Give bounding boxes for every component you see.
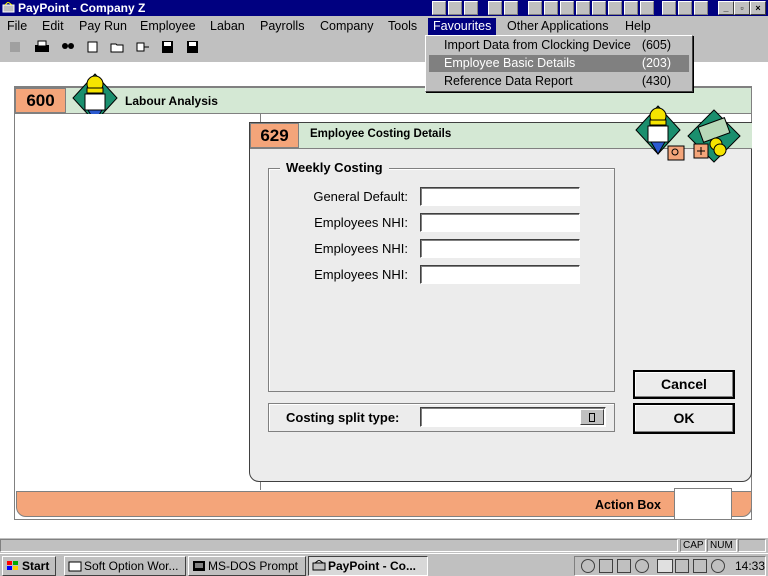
status-bar: CAP NUM [0, 538, 768, 553]
titlebar-tool-icon-16[interactable] [694, 1, 708, 15]
weekly-costing-legend: Weekly Costing [280, 160, 389, 175]
titlebar-tool-icon-2[interactable] [448, 1, 462, 15]
print-icon[interactable] [33, 40, 51, 54]
window-title: PayPoint - Company Z [18, 1, 146, 15]
employees-nhi-label-1: Employees NHI: [314, 215, 408, 230]
tray-icon-4[interactable] [635, 559, 649, 573]
action-bar: Action Box [16, 491, 752, 517]
clock[interactable]: 14:33 [735, 559, 765, 573]
tray-icon-6[interactable] [675, 559, 689, 573]
menu-company[interactable]: Company [315, 18, 379, 35]
action-box-label: Action Box [595, 498, 661, 512]
dropdown-glyph-icon [589, 413, 595, 422]
employees-nhi-field-2[interactable] [420, 239, 580, 258]
titlebar-tool-icon-11[interactable] [608, 1, 622, 15]
labour-analysis-list[interactable] [15, 114, 261, 490]
status-message-pane [0, 539, 678, 552]
msdos-icon [193, 561, 205, 571]
costing-split-dropdown-button[interactable] [580, 409, 604, 425]
favourites-item-employee-basic-details[interactable]: Employee Basic Details (203) [429, 55, 689, 72]
titlebar-tool-icon-7[interactable] [544, 1, 558, 15]
worker-search-icon [635, 105, 685, 161]
window-title-629: Employee Costing Details [310, 128, 452, 140]
favourites-dropdown: Import Data from Clocking Device (605) E… [425, 35, 693, 92]
menu-laban[interactable]: Laban [205, 18, 250, 35]
app-icon [68, 561, 82, 572]
menu-file[interactable]: File [2, 18, 32, 35]
title-bar: PayPoint - Company Z _ ▫ × [0, 0, 768, 16]
window-number-629: 629 [250, 123, 299, 148]
menu-tools[interactable]: Tools [383, 18, 422, 35]
tray-icon-2[interactable] [599, 559, 613, 573]
window-title-600: Labour Analysis [125, 94, 218, 108]
taskbar-item-paypoint[interactable]: PayPoint - Co... [308, 556, 428, 576]
find-icon[interactable] [60, 40, 75, 54]
window-number-600: 600 [15, 88, 66, 113]
num-indicator: NUM [707, 539, 737, 552]
employees-nhi-field-1[interactable] [420, 213, 580, 232]
titlebar-tool-icon-5[interactable] [504, 1, 518, 15]
open-folder-icon[interactable] [110, 40, 125, 54]
menu-pay-run[interactable]: Pay Run [74, 18, 132, 35]
titlebar-tool-icon-3[interactable] [464, 1, 478, 15]
menu-edit[interactable]: Edit [37, 18, 69, 35]
titlebar-tool-icon-15[interactable] [678, 1, 692, 15]
menu-help[interactable]: Help [620, 18, 656, 35]
menu-other-applications[interactable]: Other Applications [502, 18, 613, 35]
taskbar-item-soft-option[interactable]: Soft Option Wor... [64, 556, 186, 576]
restore-button[interactable]: ▫ [734, 1, 750, 15]
menu-bar: File Edit Pay Run Employee Laban Payroll… [0, 16, 768, 36]
save-icon[interactable] [160, 40, 175, 54]
tray-icon-7[interactable] [693, 559, 707, 573]
employees-nhi-label-2: Employees NHI: [314, 241, 408, 256]
tray-icon-8[interactable] [711, 559, 725, 573]
tray-icon-3[interactable] [617, 559, 631, 573]
export-icon[interactable] [135, 40, 150, 54]
titlebar-tool-icon-8[interactable] [560, 1, 574, 15]
close-button[interactable]: × [750, 1, 766, 15]
menu-employee[interactable]: Employee [135, 18, 201, 35]
system-tray: 14:33 [574, 556, 766, 576]
save-all-icon[interactable] [185, 40, 200, 54]
titlebar-tool-icon-9[interactable] [576, 1, 590, 15]
taskbar-item-msdos[interactable]: MS-DOS Prompt [188, 556, 306, 576]
titlebar-tool-icon-6[interactable] [528, 1, 542, 15]
windows-logo-icon [7, 561, 18, 570]
general-default-label: General Default: [313, 189, 408, 204]
employees-nhi-field-3[interactable] [420, 265, 580, 284]
minimize-button[interactable]: _ [718, 1, 734, 15]
favourites-item-reference-data-report[interactable]: Reference Data Report (430) [429, 73, 689, 90]
caps-indicator: CAP [680, 539, 706, 552]
favourites-item-import-data[interactable]: Import Data from Clocking Device (605) [429, 37, 689, 54]
general-default-field[interactable] [420, 187, 580, 206]
money-calculator-icon [687, 109, 741, 163]
paypoint-icon [312, 560, 326, 571]
titlebar-tool-icon-14[interactable] [662, 1, 676, 15]
employees-nhi-label-3: Employees NHI: [314, 267, 408, 282]
titlebar-tool-icon-12[interactable] [624, 1, 638, 15]
save-disabled-icon[interactable] [8, 40, 23, 54]
menu-payrolls[interactable]: Payrolls [255, 18, 309, 35]
titlebar-tool-icon-10[interactable] [592, 1, 606, 15]
menu-favourites[interactable]: Favourites [428, 18, 497, 35]
start-button[interactable]: Start [2, 556, 56, 576]
tray-icon-5[interactable] [657, 559, 673, 573]
cancel-button[interactable]: Cancel [633, 370, 735, 399]
costing-split-label: Costing split type: [286, 410, 400, 425]
action-box-input[interactable] [674, 488, 732, 520]
status-extra-pane [738, 539, 766, 552]
costing-split-select[interactable] [420, 407, 606, 427]
ok-button[interactable]: OK [633, 403, 735, 434]
titlebar-tool-icon-13[interactable] [640, 1, 654, 15]
taskbar: Start Soft Option Wor... MS-DOS Prompt P… [0, 553, 768, 576]
tray-icon-1[interactable] [581, 559, 595, 573]
titlebar-tool-icon-4[interactable] [488, 1, 502, 15]
calculator-icon[interactable] [85, 40, 100, 54]
titlebar-tool-icon-1[interactable] [432, 1, 446, 15]
paypoint-app-icon[interactable] [2, 2, 15, 14]
